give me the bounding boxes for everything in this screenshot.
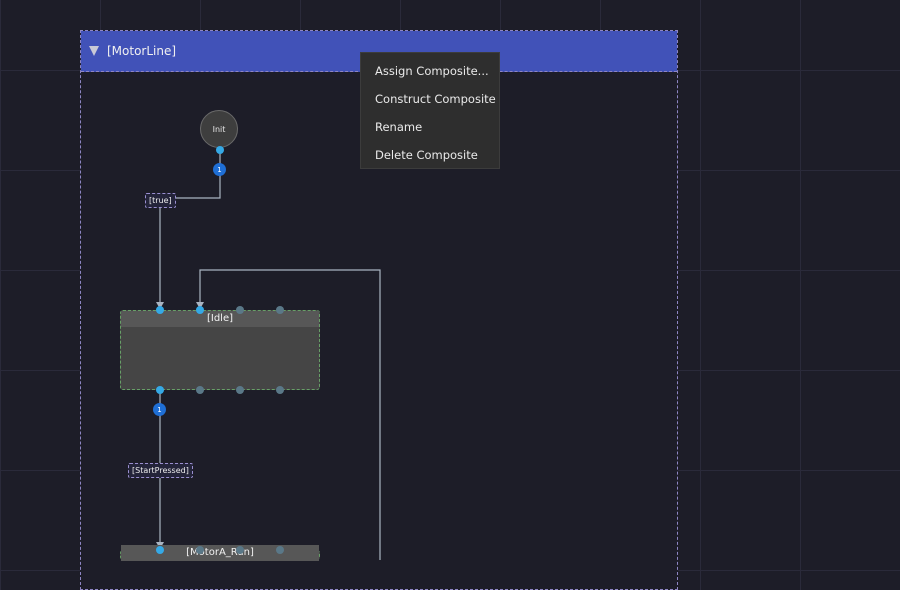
init-label: Init [212, 124, 226, 134]
state-input-port[interactable] [156, 306, 164, 314]
state-input-port[interactable] [276, 306, 284, 314]
state-input-port[interactable] [236, 546, 244, 554]
state-input-port[interactable] [196, 546, 204, 554]
context-menu: Assign Composite... Construct Composite … [360, 52, 500, 169]
init-output-port[interactable] [216, 146, 224, 154]
state-output-port[interactable] [156, 386, 164, 394]
state-output-port[interactable] [236, 386, 244, 394]
state-title: [MotorA_Run] [121, 545, 319, 561]
transition-priority-badge[interactable]: 1 [153, 403, 166, 416]
state-output-port[interactable] [276, 386, 284, 394]
state-output-port[interactable] [196, 386, 204, 394]
menu-item-construct-composite[interactable]: Construct Composite [361, 85, 499, 113]
menu-item-rename[interactable]: Rename [361, 113, 499, 141]
condition-label-true[interactable]: [true] [145, 193, 176, 208]
state-input-port[interactable] [156, 546, 164, 554]
state-idle[interactable]: [Idle] [120, 310, 320, 390]
state-input-port[interactable] [236, 306, 244, 314]
state-input-port[interactable] [276, 546, 284, 554]
state-title: [Idle] [121, 311, 319, 327]
state-motora-run[interactable]: [MotorA_Run] [120, 545, 320, 561]
state-input-port[interactable] [196, 306, 204, 314]
condition-label-startpressed[interactable]: [StartPressed] [128, 463, 193, 478]
wire-init-to-idle[interactable] [159, 150, 221, 308]
transition-priority-badge[interactable]: 1 [213, 163, 226, 176]
menu-item-delete-composite[interactable]: Delete Composite [361, 141, 499, 169]
menu-item-assign-composite[interactable]: Assign Composite... [361, 57, 499, 85]
init-node[interactable]: Init [200, 110, 238, 148]
